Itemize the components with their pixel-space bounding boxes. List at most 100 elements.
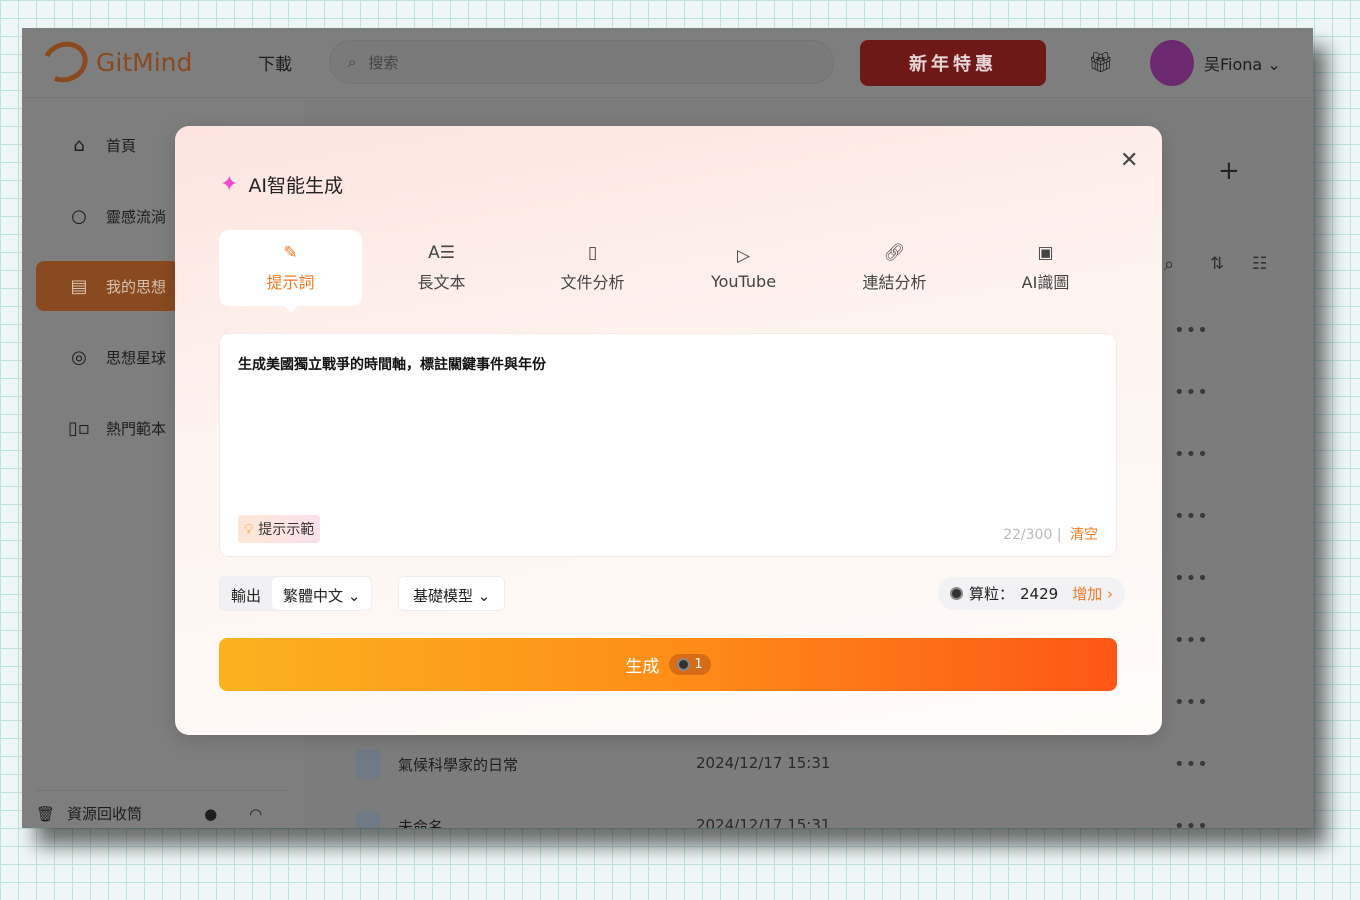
planet-icon: ◎: [71, 346, 87, 368]
tab-link-analysis[interactable]: 🔗︎ 連結分析: [823, 230, 966, 306]
search-icon: ⌕: [348, 53, 357, 71]
file-icon: [356, 749, 380, 779]
tab-youtube[interactable]: ▷ YouTube: [672, 230, 815, 306]
add-credits-link[interactable]: 增加 ›: [1072, 583, 1113, 604]
chevron-down-icon: ⌄: [347, 587, 361, 605]
brand-name: GitMind: [96, 47, 193, 77]
tab-label: 文件分析: [560, 273, 625, 292]
sidebar-item-label: 靈感流淌: [106, 207, 167, 226]
sidebar-item-label: 熱門範本: [106, 419, 167, 438]
more-icon[interactable]: •••: [1174, 568, 1209, 589]
sidebar-item-my-mind[interactable]: ▤ 我的思想: [36, 261, 180, 311]
file-icon: [356, 811, 380, 828]
image-icon: ▣: [1037, 243, 1054, 263]
sidebar-item-planet[interactable]: ◎ 思想星球: [36, 332, 180, 382]
sidebar-item-label: 我的思想: [106, 277, 167, 296]
more-icon[interactable]: •••: [1174, 816, 1209, 828]
sidebar-item-home[interactable]: ⌂ 首頁: [36, 120, 180, 170]
link-icon: 🔗︎: [883, 243, 906, 263]
template-icon: ▯▫: [68, 417, 91, 439]
gitmind-logo[interactable]: GitMind: [36, 35, 193, 89]
search-placeholder: 搜索: [368, 53, 399, 72]
sparkle-icon: ✦: [220, 172, 239, 197]
credits-display: 算粒： 2429 增加 ›: [938, 577, 1125, 610]
search-icon[interactable]: ⌕: [1164, 254, 1174, 275]
credits-label: 算粒：: [969, 585, 1015, 603]
model-select[interactable]: 基礎模型 ⌄: [398, 576, 506, 611]
row-title[interactable]: 氣候科學家的日常: [398, 754, 518, 775]
tab-ai-image[interactable]: ▣ AI識圖: [974, 230, 1117, 306]
hint-label: 提示示範: [258, 522, 315, 538]
download-link[interactable]: 下載: [258, 50, 292, 75]
row-date: 2024/12/17 15:31: [696, 754, 831, 772]
tab-label: AI識圖: [1021, 273, 1070, 292]
document-icon: ▤: [70, 275, 88, 297]
prompt-textarea[interactable]: 生成美國獨立戰爭的時間軸，標註關鍵事件與年份 💡︎ 提示示範 22/300 | …: [219, 333, 1117, 557]
logo-mark-icon: [36, 35, 94, 89]
video-icon: ▷: [736, 245, 751, 266]
output-language-select[interactable]: 輸出 繁體中文 ⌄: [219, 576, 373, 611]
output-label: 輸出: [231, 587, 262, 605]
tab-long-text[interactable]: A☰ 長文本: [370, 230, 513, 306]
tab-label: 長文本: [417, 273, 466, 292]
sidebar-item-label: 首頁: [106, 136, 137, 155]
dialog-title: ✦ AI智能生成: [220, 171, 343, 198]
more-icon[interactable]: •••: [1174, 630, 1209, 651]
add-icon[interactable]: +: [1218, 156, 1240, 186]
generate-button[interactable]: 生成 1: [219, 638, 1117, 691]
headset-icon[interactable]: ◠: [249, 805, 262, 823]
feather-icon: ✎: [283, 243, 298, 263]
tab-prompt[interactable]: ✎ 提示詞: [219, 230, 362, 313]
trash-icon: 🗑︎: [36, 804, 56, 823]
promo-banner[interactable]: 新年特惠: [860, 40, 1046, 86]
bulb-icon: ○: [71, 205, 87, 227]
more-icon[interactable]: •••: [1174, 444, 1209, 465]
cost-value: 1: [694, 657, 703, 672]
file-icon: ▯: [587, 243, 598, 263]
row-date: 2024/12/17 15:31: [696, 816, 831, 828]
add-label: 增加: [1072, 585, 1103, 603]
prompt-text[interactable]: 生成美國獨立戰爭的時間軸，標註關鍵事件與年份: [238, 354, 546, 374]
close-icon[interactable]: ✕: [1120, 148, 1138, 173]
user-menu[interactable]: 吴Fiona ⌄: [1204, 51, 1281, 75]
more-icon[interactable]: •••: [1174, 692, 1209, 713]
home-icon: ⌂: [73, 134, 85, 156]
chevron-down-icon: ⌄: [477, 587, 491, 605]
clear-button[interactable]: 清空: [1070, 527, 1098, 543]
tab-label: 提示詞: [266, 273, 315, 292]
list-view-icon[interactable]: ☷: [1252, 254, 1267, 274]
char-count: 22/300 | 清空: [1003, 527, 1098, 543]
tab-label: YouTube: [710, 271, 777, 291]
more-icon[interactable]: •••: [1174, 506, 1209, 527]
model-value: 基礎模型: [413, 587, 474, 605]
gift-icon[interactable]: 🎁︎: [1088, 50, 1113, 74]
sort-icon[interactable]: ⇅: [1210, 254, 1224, 274]
sidebar-footer: 🗑︎ 資源回收筒 ● ◠: [36, 790, 288, 824]
credits-value: 2429: [1020, 584, 1059, 603]
row-title[interactable]: 未命名: [398, 816, 443, 828]
discord-icon[interactable]: ●: [204, 805, 217, 823]
more-icon[interactable]: •••: [1174, 754, 1209, 775]
coin-icon: [950, 587, 963, 600]
cost-badge: 1: [669, 654, 711, 675]
more-icon[interactable]: •••: [1174, 382, 1209, 403]
search-input[interactable]: ⌕ 搜索: [329, 40, 834, 84]
generate-label: 生成: [625, 657, 660, 677]
ai-generate-dialog: ✦ AI智能生成 ✕ ✎ 提示詞 A☰ 長文本 ▯ 文件分析 ▷ YouTube 🔗︎ 連結…: [175, 126, 1162, 735]
text-icon: A☰: [428, 243, 455, 263]
dialog-title-text: AI智能生成: [248, 175, 344, 197]
sidebar-item-label: 思想星球: [106, 348, 167, 367]
user-name: 吴Fiona: [1204, 55, 1263, 74]
tab-file-analysis[interactable]: ▯ 文件分析: [521, 230, 664, 306]
tab-label: 連結分析: [862, 273, 927, 292]
sidebar-item-templates[interactable]: ▯▫ 熱門範本: [36, 403, 180, 453]
language-value: 繁體中文: [283, 587, 344, 605]
prompt-example-button[interactable]: 💡︎ 提示示範: [238, 515, 321, 543]
more-icon[interactable]: •••: [1174, 320, 1209, 341]
bulb-icon: 💡︎: [244, 522, 254, 538]
avatar[interactable]: [1150, 40, 1194, 86]
count-text: 22/300: [1003, 527, 1053, 543]
header: GitMind 下載 ⌕ 搜索 新年特惠 🎁︎ 吴Fiona ⌄: [22, 28, 1313, 98]
recycle-bin-link[interactable]: 資源回收筒: [67, 803, 142, 824]
sidebar-item-inspiration[interactable]: ○ 靈感流淌: [36, 191, 180, 241]
